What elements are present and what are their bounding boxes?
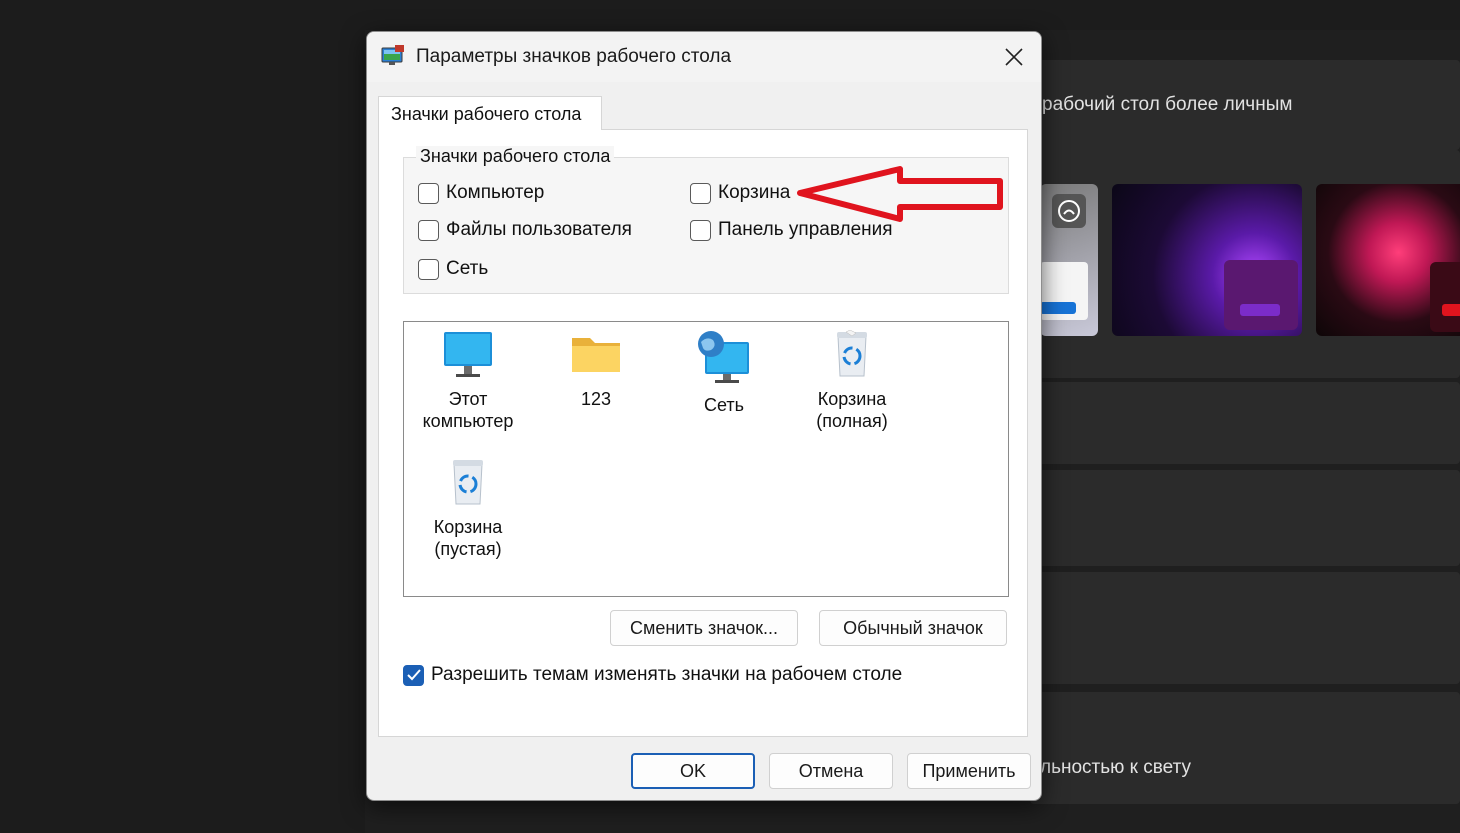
icon-item-folder[interactable]: 123: [532, 330, 660, 410]
desktop-settings-icon: [381, 45, 405, 67]
checkbox-label: Разрешить темам изменять значки на рабоч…: [431, 664, 903, 685]
icon-item-network[interactable]: Сеть: [660, 330, 788, 416]
background-subtitle: рабочий стол более личным: [1042, 94, 1293, 115]
settings-row-1[interactable]: [1030, 382, 1460, 464]
icon-item-label: Корзина (полная): [816, 389, 888, 431]
checkbox-box[interactable]: [418, 219, 439, 241]
icon-preview-list[interactable]: Этот компьютер 123 Сеть Корзина (полная)…: [403, 321, 1009, 597]
background-left-pane: [0, 0, 365, 833]
folder-icon: [572, 338, 620, 372]
ok-button[interactable]: OK: [631, 753, 755, 789]
dialog-titlebar[interactable]: Параметры значков рабочего стола: [367, 32, 1041, 82]
group-label: Значки рабочего стола: [416, 146, 615, 167]
icon-item-this-pc[interactable]: Этот компьютер: [404, 330, 532, 432]
icon-item-label: Сеть: [703, 395, 745, 415]
settings-row-3[interactable]: [1030, 572, 1460, 684]
icon-item-label: 123: [580, 389, 612, 409]
recycle-bin-full-icon: [837, 330, 867, 377]
checkbox-box[interactable]: [418, 182, 439, 204]
background-bottom-text: льностью к свету: [1040, 757, 1191, 778]
network-icon: [698, 331, 749, 383]
checkbox-recycle-bin[interactable]: Корзина: [690, 182, 790, 204]
checkmark-icon: [406, 669, 421, 681]
desktop-icon-settings-dialog: Параметры значков рабочего стола Значки …: [366, 31, 1042, 801]
checkbox-label: Корзина: [718, 182, 791, 203]
monitor-icon: [444, 332, 492, 377]
checkbox-computer[interactable]: Компьютер: [418, 182, 544, 204]
checkbox-label: Файлы пользователя: [446, 219, 632, 240]
icon-item-recycle-bin-empty[interactable]: Корзина (пустая): [404, 458, 532, 560]
apply-button[interactable]: Применить: [907, 753, 1031, 789]
theme-thumbnail-2[interactable]: [1112, 184, 1302, 336]
checkbox-box-checked[interactable]: [403, 664, 424, 686]
dialog-title: Параметры значков рабочего стола: [416, 46, 732, 67]
settings-row-4[interactable]: [1030, 692, 1460, 804]
tab-desktop-icons[interactable]: Значки рабочего стола: [378, 96, 602, 130]
checkbox-user-files[interactable]: Файлы пользователя: [418, 219, 632, 241]
cancel-button[interactable]: Отмена: [769, 753, 893, 789]
checkbox-box[interactable]: [418, 258, 439, 280]
theme-thumbnail-1[interactable]: [1040, 184, 1098, 336]
checkbox-label: Сеть: [446, 258, 489, 279]
recycle-bin-empty-icon: [453, 460, 483, 505]
annotation-arrow-icon: [797, 166, 1003, 222]
checkbox-box[interactable]: [690, 182, 711, 204]
close-button[interactable]: [997, 40, 1031, 74]
theme-selected-icon: [1052, 194, 1086, 228]
checkbox-network[interactable]: Сеть: [418, 258, 488, 280]
icon-item-label: Корзина (пустая): [433, 517, 503, 559]
icon-item-label: Этот компьютер: [422, 389, 514, 431]
checkbox-allow-themes[interactable]: Разрешить темам изменять значки на рабоч…: [403, 664, 902, 686]
change-icon-button[interactable]: Сменить значок...: [610, 610, 798, 646]
checkbox-label: Компьютер: [446, 182, 545, 203]
close-icon: [1005, 48, 1023, 66]
background-top-bar: [365, 0, 1460, 30]
default-icon-button[interactable]: Обычный значок: [819, 610, 1007, 646]
checkbox-box[interactable]: [690, 219, 711, 241]
icon-item-recycle-bin-full[interactable]: Корзина (полная): [788, 330, 916, 432]
settings-row-2[interactable]: [1030, 470, 1460, 566]
theme-thumbnail-3[interactable]: [1316, 184, 1460, 336]
